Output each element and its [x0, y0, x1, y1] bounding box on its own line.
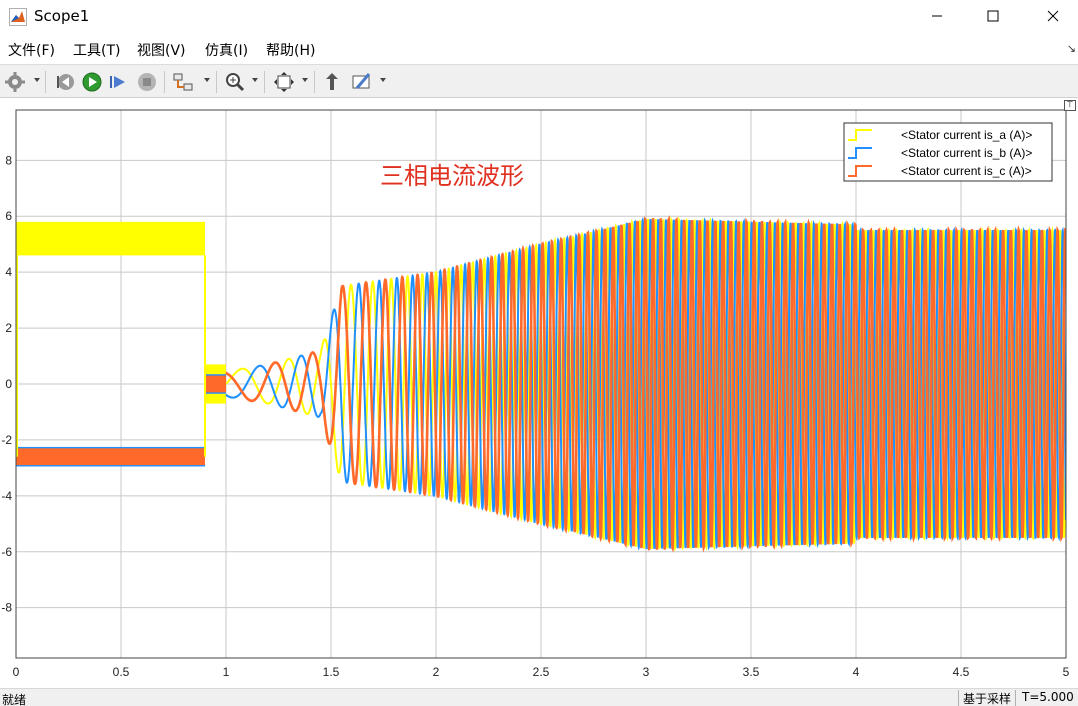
toolbar-separator — [314, 71, 315, 93]
style-icon[interactable] — [351, 71, 373, 93]
menu-file[interactable]: 文件(F) — [8, 40, 55, 60]
y-tick-label: 4 — [5, 265, 12, 279]
toolbar-separator — [45, 71, 46, 93]
trace-band-3 — [205, 375, 226, 393]
x-tick-label: 0.5 — [113, 665, 130, 679]
x-tick-label: 0 — [13, 665, 20, 679]
minimize-icon — [932, 15, 942, 17]
matlab-icon — [9, 8, 27, 26]
menu-overflow-icon[interactable]: ↘ — [1067, 42, 1076, 55]
y-ticks: 8 6 4 2 0 -2 -4 -6 -8 — [1, 153, 12, 614]
x-tick-label: 3.5 — [743, 665, 760, 679]
y-tick-label: 8 — [5, 153, 12, 167]
minimize-button[interactable] — [914, 0, 960, 32]
scope-window: Scope1 文件(F) 工具(T) 视图(V) 仿真(I) 帮助(H) ↘ 8… — [0, 0, 1078, 706]
trace-band-3 — [16, 448, 205, 466]
plot-canvas[interactable]: 8 6 4 2 0 -2 -4 -6 -8 0 0.5 1 1.5 2 2.5 3 3.5 4 4.5 5 三相电流… — [0, 98, 1078, 686]
y-tick-label: -6 — [1, 545, 12, 559]
toolbar — [0, 64, 1078, 98]
x-tick-label: 4 — [853, 665, 860, 679]
undock-button[interactable]: ⊤ — [1064, 100, 1076, 111]
toolbar-separator — [216, 71, 217, 93]
menu-tools[interactable]: 工具(T) — [73, 40, 120, 60]
run-icon[interactable] — [81, 71, 103, 93]
x-tick-label: 2 — [433, 665, 440, 679]
y-tick-label: 6 — [5, 209, 12, 223]
x-tick-label: 1.5 — [323, 665, 340, 679]
window-title: Scope1 — [34, 7, 90, 25]
step-back-icon[interactable] — [54, 71, 76, 93]
legend[interactable]: <Stator current is_a (A)> <Stator curren… — [843, 122, 1053, 182]
status-bar: 就绪 基于采样 T=5.000 — [0, 688, 1078, 706]
gear-dropdown-icon[interactable] — [34, 78, 40, 82]
status-time: T=5.000 — [1022, 690, 1074, 704]
plot-annotation: 三相电流波形 — [380, 162, 524, 190]
y-tick-label: -4 — [1, 489, 12, 503]
x-tick-label: 5 — [1063, 665, 1070, 679]
toolbar-separator — [264, 71, 265, 93]
zoom-icon[interactable] — [224, 71, 246, 93]
zoom-dropdown-icon[interactable] — [252, 78, 258, 82]
title-bar: Scope1 — [0, 0, 1078, 34]
y-tick-label: -8 — [1, 601, 12, 615]
maximize-button[interactable] — [970, 0, 1016, 32]
layout-icon[interactable] — [172, 71, 194, 93]
scope-display[interactable]: 8 6 4 2 0 -2 -4 -6 -8 0 0.5 1 1.5 2 2.5 3 3.5 4 4.5 5 三相电流… — [0, 98, 1078, 686]
y-tick-label: 0 — [5, 377, 12, 391]
legend-label-b: <Stator current is_b (A)> — [901, 146, 1032, 160]
menu-view[interactable]: 视图(V) — [137, 40, 186, 60]
legend-label-c: <Stator current is_c (A)> — [901, 164, 1032, 178]
toolbar-separator — [164, 71, 165, 93]
x-ticks: 0 0.5 1 1.5 2 2.5 3 3.5 4 4.5 5 — [13, 665, 1070, 679]
menu-bar: 文件(F) 工具(T) 视图(V) 仿真(I) 帮助(H) ↘ — [0, 36, 1078, 62]
x-tick-label: 1 — [223, 665, 230, 679]
legend-label-a: <Stator current is_a (A)> — [901, 128, 1032, 142]
maximize-icon — [987, 10, 999, 22]
gear-icon[interactable] — [4, 71, 26, 93]
menu-help[interactable]: 帮助(H) — [266, 40, 315, 60]
x-tick-label: 2.5 — [533, 665, 550, 679]
y-tick-label: -2 — [1, 433, 12, 447]
fit-dropdown-icon[interactable] — [302, 78, 308, 82]
step-forward-icon[interactable] — [108, 71, 130, 93]
menu-simulation[interactable]: 仿真(I) — [205, 40, 248, 60]
close-icon — [1047, 10, 1059, 22]
stop-icon[interactable] — [136, 71, 158, 93]
status-sample-mode: 基于采样 — [958, 690, 1017, 706]
fit-to-view-icon[interactable] — [273, 71, 295, 93]
layout-dropdown-icon[interactable] — [204, 78, 210, 82]
highlight-block-icon[interactable] — [322, 71, 344, 93]
x-tick-label: 3 — [643, 665, 650, 679]
status-ready: 就绪 — [2, 693, 27, 706]
x-tick-label: 4.5 — [953, 665, 970, 679]
trace-band-1 — [16, 221, 205, 256]
close-button[interactable] — [1030, 0, 1076, 32]
style-dropdown-icon[interactable] — [380, 78, 386, 82]
y-tick-label: 2 — [5, 321, 12, 335]
